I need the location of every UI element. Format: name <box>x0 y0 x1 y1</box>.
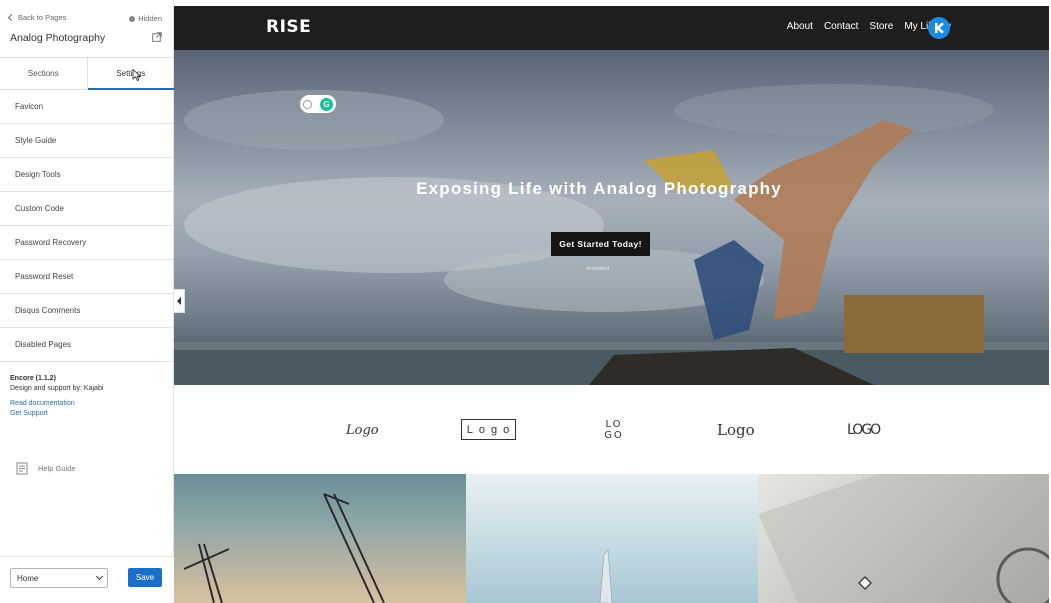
caret-left-icon <box>177 297 181 305</box>
help-guide-icon <box>16 462 28 475</box>
chevron-left-icon <box>7 13 16 22</box>
status-dot-icon <box>129 15 136 22</box>
grammarly-icon: G <box>320 97 333 111</box>
theme-credit: Design and support by: Kajabi <box>10 385 104 392</box>
tab-sections-label: Sections <box>27 69 59 78</box>
collapse-sidebar-button[interactable] <box>174 289 185 313</box>
sidebar-tabs: Sections Settings <box>0 57 174 90</box>
read-documentation-link[interactable]: Read documentation <box>10 400 75 407</box>
hero-section[interactable]: G Exposing Life with Analog Photography … <box>174 50 1049 385</box>
nav-link-contact[interactable]: Contact <box>824 21 858 32</box>
site-header: RISE About Contact Store My Library <box>174 6 1049 50</box>
diamond-icon[interactable] <box>858 576 872 590</box>
gallery-image-banknote <box>758 474 1049 603</box>
visibility-status-label: Hidden <box>138 14 162 23</box>
gallery-image-tower <box>466 474 758 603</box>
settings-item-label: Design Tools <box>15 170 61 179</box>
page-select-value: Home <box>17 573 39 583</box>
chevron-down-icon <box>95 572 104 581</box>
help-guide-label: Help Guide <box>38 464 76 473</box>
theme-info: Encore (1.1.2) Design and support by: Ka… <box>10 374 103 394</box>
back-to-pages-label: Back to Pages <box>18 13 67 22</box>
partner-logo: Logo <box>461 419 516 440</box>
back-to-pages-link[interactable]: Back to Pages <box>7 13 67 22</box>
partner-logo: LOGO <box>847 422 881 438</box>
settings-item-label: Disabled Pages <box>15 340 72 349</box>
nav-link-about[interactable]: About <box>787 21 813 32</box>
theme-name: Encore (1.1.2) <box>10 375 56 382</box>
kajabi-logo-icon <box>935 22 944 34</box>
editor-sidebar: Back to Pages Hidden Analog Photography … <box>0 0 174 603</box>
page-select[interactable]: Home <box>10 568 108 588</box>
hero-heading: Exposing Life with Analog Photography <box>416 179 782 198</box>
avatar[interactable] <box>928 17 950 39</box>
settings-item-label: Disqus Comments <box>15 306 81 315</box>
get-support-link[interactable]: Get Support <box>10 410 48 417</box>
settings-item-favicon[interactable]: Favicon <box>0 90 174 124</box>
nav-link-store[interactable]: Store <box>869 21 893 32</box>
external-link-icon[interactable] <box>152 32 162 42</box>
partner-logo: LOGO <box>604 419 624 441</box>
site-preview: RISE About Contact Store My Library <box>174 6 1049 603</box>
save-button[interactable]: Save <box>128 568 162 587</box>
settings-item-label: Favicon <box>15 102 44 111</box>
grammarly-toggle[interactable]: G <box>300 95 336 113</box>
settings-item-label: Style Guide <box>15 136 57 145</box>
partner-logo: Logo <box>717 421 755 439</box>
settings-item-disqus-comments[interactable]: Disqus Comments <box>0 294 174 328</box>
mouse-cursor-icon <box>132 69 141 81</box>
site-nav: About Contact Store My Library <box>787 21 951 32</box>
power-icon <box>303 99 312 109</box>
image-gallery <box>174 474 1049 603</box>
help-guide-button[interactable]: Help Guide <box>16 462 76 475</box>
settings-item-style-guide[interactable]: Style Guide <box>0 124 174 158</box>
visibility-status-badge[interactable]: Hidden <box>129 14 162 23</box>
settings-item-design-tools[interactable]: Design Tools <box>0 158 174 192</box>
settings-item-label: Password Recovery <box>15 238 87 247</box>
partner-logo: Logo <box>346 422 379 438</box>
settings-list: Favicon Style Guide Design Tools Custom … <box>0 90 174 362</box>
tab-settings[interactable]: Settings <box>87 58 175 90</box>
get-started-button[interactable]: Get Started Today! <box>551 232 650 256</box>
settings-item-label: Password Reset <box>15 272 74 281</box>
sidebar-footer: Home Save <box>0 556 174 603</box>
settings-item-password-recovery[interactable]: Password Recovery <box>0 226 174 260</box>
settings-item-disabled-pages[interactable]: Disabled Pages <box>0 328 174 362</box>
settings-item-label: Custom Code <box>15 204 64 213</box>
hero-caption: Animated <box>586 266 610 272</box>
logo-strip: Logo Logo LOGO Logo LOGO <box>174 385 1049 474</box>
settings-item-password-reset[interactable]: Password Reset <box>0 260 174 294</box>
settings-item-custom-code[interactable]: Custom Code <box>0 192 174 226</box>
site-logo[interactable]: RISE <box>266 17 311 37</box>
site-title: Analog Photography <box>10 32 106 44</box>
gallery-image-cranes <box>174 474 466 603</box>
tab-sections[interactable]: Sections <box>0 58 88 89</box>
